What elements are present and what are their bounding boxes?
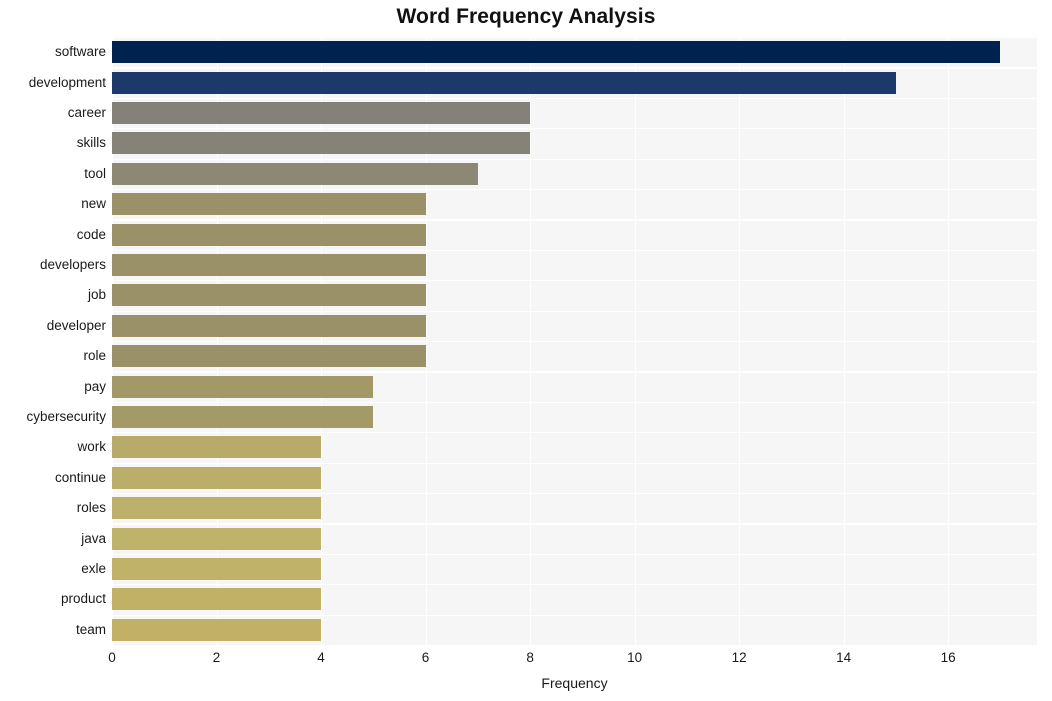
bar <box>112 466 322 489</box>
bar <box>112 345 426 368</box>
gridline-horizontal <box>112 158 1037 160</box>
bar <box>112 436 322 459</box>
bar <box>112 223 426 246</box>
y-axis-tick-label: product <box>60 591 106 607</box>
gridline-horizontal <box>112 280 1037 282</box>
bar <box>112 406 374 428</box>
y-axis-tick-labels: software development career skills tool new co… <box>0 37 106 645</box>
bar <box>112 71 896 94</box>
bar <box>112 527 322 550</box>
y-axis-tick-label: job <box>87 287 106 303</box>
bar <box>112 558 322 580</box>
y-axis-tick-label: work <box>77 439 106 455</box>
gridline-horizontal <box>112 614 1037 616</box>
x-axis-tick-label: 6 <box>421 650 430 665</box>
bar <box>112 314 426 337</box>
y-axis-tick-label: java <box>81 530 106 546</box>
y-axis-tick-label: developers <box>39 257 106 272</box>
y-axis-tick-label: new <box>81 196 106 212</box>
chart-figure: Word Frequency Analysis software developm… <box>0 0 1052 701</box>
x-axis-tick-label: 0 <box>108 650 116 665</box>
y-axis-tick-label: skills <box>76 135 106 151</box>
gridline-horizontal <box>112 553 1037 556</box>
gridline-horizontal <box>112 341 1037 343</box>
x-axis-title: Frequency <box>541 675 608 691</box>
gridline-horizontal <box>112 584 1037 586</box>
x-axis-tick-label: 12 <box>731 650 747 665</box>
gridline-horizontal <box>112 523 1037 525</box>
bar <box>112 618 322 641</box>
x-axis-tick-label: 16 <box>940 650 956 665</box>
chart-title: Word Frequency Analysis <box>396 5 656 28</box>
y-axis-tick-label: exle <box>81 561 106 576</box>
gridline-horizontal <box>112 462 1037 464</box>
y-axis-tick-label: developer <box>46 317 106 333</box>
gridline-horizontal <box>112 432 1037 434</box>
y-axis-tick-label: tool <box>84 165 106 181</box>
y-axis-tick-label: development <box>28 74 106 90</box>
bar <box>112 102 531 124</box>
gridline-horizontal <box>112 189 1037 191</box>
gridline-horizontal <box>112 128 1037 130</box>
bar <box>112 162 478 185</box>
gridline-horizontal <box>112 97 1037 100</box>
bar <box>112 132 531 155</box>
y-axis-tick-label: roles <box>76 500 106 516</box>
y-axis-tick-label: continue <box>54 469 106 485</box>
bar <box>112 375 374 398</box>
y-axis-tick-label: code <box>76 226 106 242</box>
x-axis-tick-label: 8 <box>526 650 534 665</box>
y-axis-tick-label: role <box>83 348 106 364</box>
y-axis-tick-label: career <box>67 105 106 120</box>
y-axis-tick-label: pay <box>84 378 106 394</box>
y-axis-tick-label: cybersecurity <box>26 409 106 424</box>
gridline-horizontal <box>112 37 1037 39</box>
gridline-horizontal <box>112 493 1037 495</box>
x-axis-tick-label: 10 <box>627 650 643 665</box>
bar <box>112 588 322 611</box>
gridline-horizontal <box>112 249 1037 252</box>
bar <box>112 41 1001 64</box>
y-axis-tick-label: team <box>75 621 106 637</box>
plot-area <box>112 37 1037 645</box>
bar <box>112 497 322 520</box>
gridline-horizontal <box>112 67 1037 69</box>
gridline-horizontal <box>112 401 1037 404</box>
y-axis-tick-label: software <box>54 44 106 60</box>
x-axis-tick-label: 4 <box>317 650 325 665</box>
gridline-horizontal <box>112 219 1037 221</box>
x-axis-tick-label: 2 <box>212 650 221 665</box>
x-axis-tick-label: 14 <box>836 650 852 665</box>
x-axis-tick-labels: 0 2 4 6 8 10 12 14 16 <box>0 650 1052 672</box>
bar <box>112 254 426 276</box>
gridline-horizontal <box>112 371 1037 373</box>
bar <box>112 284 426 307</box>
bar <box>112 193 426 216</box>
gridline-horizontal <box>112 310 1037 312</box>
